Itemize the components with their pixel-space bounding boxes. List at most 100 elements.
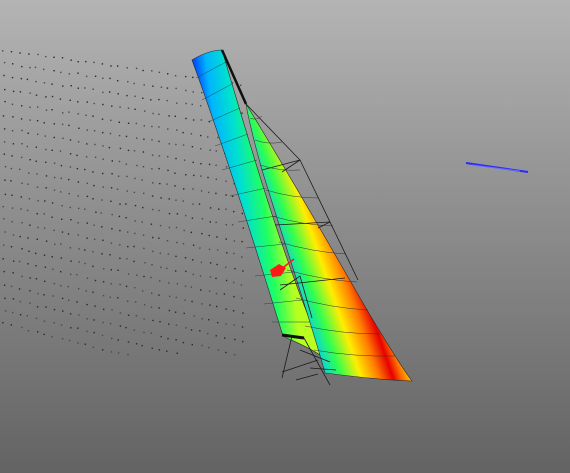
flow-particle [158, 140, 160, 143]
flow-particle [141, 344, 143, 347]
flow-particle [102, 281, 105, 283]
flow-particle [68, 192, 70, 195]
flow-particle [119, 106, 121, 108]
flow-particle [109, 91, 111, 93]
flow-particle [92, 291, 94, 293]
flow-particle [3, 244, 5, 246]
flow-particle [144, 262, 146, 264]
flow-particle [158, 209, 160, 212]
flow-particle [100, 212, 102, 214]
flow-particle [133, 82, 135, 85]
flow-particle [62, 112, 64, 114]
flow-particle [69, 313, 72, 315]
flow-particle [207, 191, 210, 194]
flow-particle [119, 325, 122, 327]
flow-particle [109, 132, 112, 135]
flow-particle [86, 195, 89, 198]
flow-particle [125, 217, 127, 219]
flow-particle [134, 204, 137, 207]
flow-particle [141, 179, 143, 181]
flow-particle [110, 283, 112, 285]
flow-particle [208, 319, 210, 321]
flow-particle [13, 260, 15, 262]
flow-particle [133, 329, 135, 331]
flow-particle [215, 164, 217, 166]
flow-particle [143, 331, 145, 334]
flow-particle [215, 150, 217, 152]
flow-particle [69, 153, 72, 155]
flow-particle [70, 273, 72, 276]
flow-particle [201, 303, 203, 305]
flow-particle [182, 131, 184, 134]
flow-particle [166, 99, 168, 102]
flow-particle [190, 133, 193, 135]
flow-particle [29, 106, 31, 108]
flow-particle [168, 309, 171, 312]
flow-particle [183, 159, 186, 161]
flow-particle [12, 298, 15, 300]
flow-particle [151, 292, 153, 294]
flow-particle [110, 65, 112, 67]
flow-particle [21, 156, 23, 159]
flow-particle [232, 310, 235, 312]
flow-particle [26, 145, 29, 148]
flow-particle [10, 324, 12, 326]
flow-particle [108, 146, 111, 149]
flow-particle [21, 248, 23, 250]
flow-particle [70, 327, 72, 329]
flow-particle [158, 126, 160, 128]
flow-particle [117, 175, 120, 177]
flow-particle [28, 172, 30, 174]
flow-particle [4, 310, 7, 312]
flow-particle [127, 149, 130, 152]
flow-particle [133, 150, 136, 152]
flow-particle [166, 87, 169, 89]
flow-particle [3, 218, 5, 220]
flow-particle [19, 235, 21, 238]
flow-particle [152, 236, 154, 239]
flow-particle [76, 154, 78, 157]
flow-particle [191, 300, 193, 303]
flow-particle [53, 189, 56, 191]
flow-particle [175, 339, 177, 341]
flow-particle [28, 250, 30, 252]
flow-particle [45, 148, 47, 151]
flow-particle [102, 349, 104, 351]
flow-particle [37, 226, 39, 229]
flow-particle [29, 277, 31, 279]
flow-particle [94, 238, 96, 241]
flow-particle [225, 279, 228, 282]
flow-particle [51, 202, 54, 204]
wind-indicator [465, 162, 529, 173]
sail-pressure-scene[interactable] [0, 0, 570, 473]
flow-particle [62, 310, 64, 312]
flow-particle [21, 65, 23, 68]
flow-particle [184, 299, 186, 301]
flow-particle [208, 290, 211, 292]
flow-particle [21, 105, 23, 107]
flow-particle [93, 130, 96, 132]
flow-particle [35, 252, 37, 255]
flow-particle [152, 182, 154, 184]
flow-particle [175, 226, 178, 229]
flow-particle [241, 297, 243, 299]
flow-particle [175, 143, 177, 146]
flow-particle [183, 312, 185, 315]
flow-particle [183, 229, 185, 232]
flow-particle [135, 122, 137, 125]
flow-particle [231, 224, 234, 226]
flow-particle [225, 208, 227, 210]
flow-particle [86, 277, 89, 279]
flow-particle [167, 253, 170, 255]
flow-particle [51, 149, 53, 151]
flow-particle [93, 184, 95, 187]
flow-particle [110, 242, 113, 244]
flow-particle [225, 224, 227, 226]
flow-particle [185, 117, 187, 120]
flow-particle [176, 213, 179, 215]
flow-particle [216, 305, 218, 308]
flow-particle [27, 237, 29, 239]
flow-particle [85, 75, 88, 78]
flow-particle [92, 265, 94, 268]
3d-viewport[interactable] [0, 0, 570, 473]
